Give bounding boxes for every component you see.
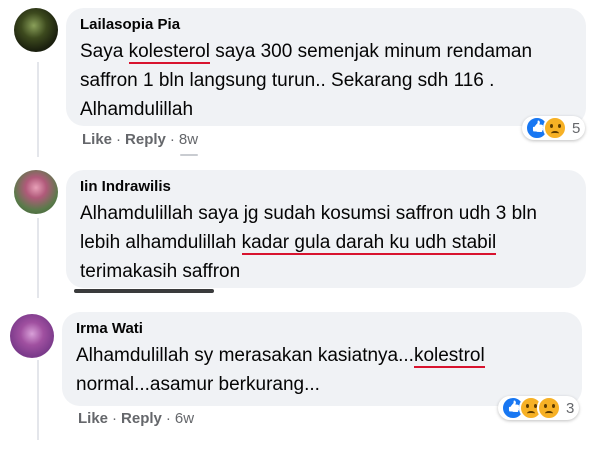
comment-text-part: Saya — [80, 41, 129, 62]
sad-reaction-icon — [543, 116, 567, 140]
reaction-summary[interactable]: 5 — [522, 116, 586, 140]
like-button[interactable]: Like — [78, 410, 108, 427]
comment-time[interactable]: 6w — [175, 410, 194, 427]
care-reaction-icon — [537, 396, 561, 420]
reply-button[interactable]: Reply — [121, 410, 162, 427]
comment-text-part: Alhamdulillah sy merasakan kasiatnya... — [76, 345, 414, 366]
reply-button[interactable]: Reply — [125, 131, 166, 148]
comment-text-part: terimakasih saffron — [80, 261, 241, 282]
comment-bubble: Lailasopia Pia Saya kolesterol saya 300 … — [66, 8, 586, 126]
thread-line — [37, 218, 39, 298]
collapsed-reply-stub — [180, 154, 198, 156]
comment-text: Alhamdulillah saya jg sudah kosumsi saff… — [80, 199, 572, 286]
highlighted-text: kolestrol — [413, 345, 485, 368]
comment-text: Alhamdulillah sy merasakan kasiatnya...k… — [76, 341, 568, 399]
comment-text: Saya kolesterol saya 300 semenjak minum … — [80, 37, 572, 124]
comment-actions: Like · Reply · 6w — [78, 410, 194, 428]
comment-author[interactable]: Irma Wati — [76, 320, 568, 338]
reaction-summary[interactable]: 3 — [498, 396, 580, 420]
comment-bubble: Irma Wati Alhamdulillah sy merasakan kas… — [62, 312, 582, 406]
reaction-count: 5 — [572, 119, 581, 137]
thread-line — [37, 62, 39, 157]
avatar[interactable] — [10, 314, 54, 358]
highlighted-text: kadar gula darah ku udh stabil — [241, 232, 497, 255]
comment-actions: Like · Reply · 8w — [82, 131, 198, 149]
separator: · — [112, 410, 118, 427]
comment-author[interactable]: Iin Indrawilis — [80, 178, 572, 196]
avatar[interactable] — [14, 170, 58, 214]
separator: · — [116, 131, 122, 148]
comment-text-part: normal...asamur berkurang... — [76, 374, 320, 395]
highlighted-text: kolesterol — [128, 41, 210, 64]
comment-bubble: Iin Indrawilis Alhamdulillah saya jg sud… — [66, 170, 586, 288]
comment-author[interactable]: Lailasopia Pia — [80, 16, 572, 34]
comment-time[interactable]: 8w — [179, 131, 198, 148]
thread-line — [37, 360, 39, 440]
reaction-count: 3 — [566, 399, 575, 417]
like-button[interactable]: Like — [82, 131, 112, 148]
avatar[interactable] — [14, 8, 58, 52]
separator: · — [165, 410, 171, 427]
separator: · — [169, 131, 175, 148]
collapsed-reply-stub — [74, 289, 214, 293]
